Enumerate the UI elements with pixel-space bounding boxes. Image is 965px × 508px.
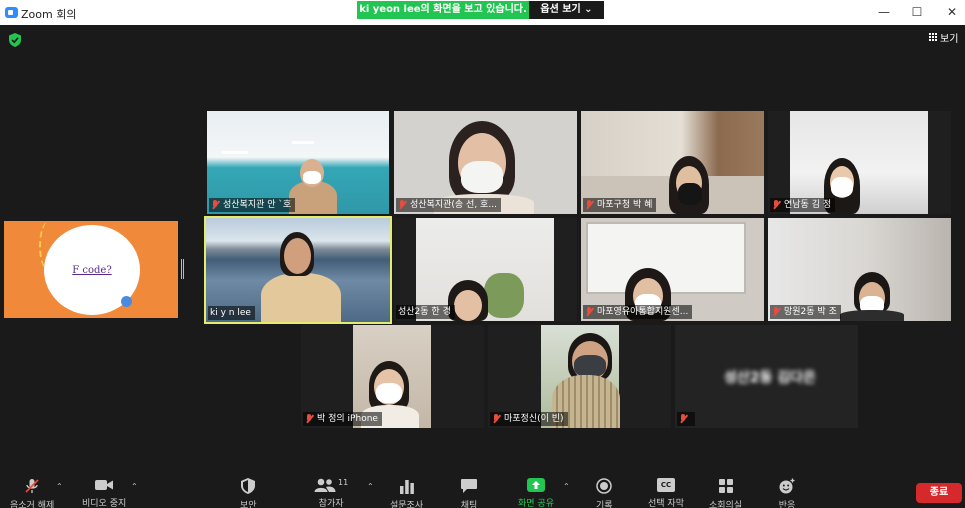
person-body [261, 273, 341, 322]
video-tile[interactable]: 마포정신(이 빈) [488, 325, 671, 428]
video-tile[interactable]: 성산복지관 안 `호 [207, 111, 389, 214]
participants-button[interactable]: 11 참가자 [314, 478, 348, 508]
smiley-reaction-icon [779, 478, 795, 494]
chat-bubble-icon [461, 479, 477, 493]
participant-nameplate: 망원2동 박 조 [770, 305, 841, 319]
security-button[interactable]: 보안 [240, 478, 257, 508]
encryption-shield-icon[interactable] [9, 33, 21, 47]
muted-mic-icon [305, 414, 314, 424]
face-mask [303, 171, 321, 184]
participant-nameplate: 성산복지관 안 `호 [209, 198, 296, 212]
view-button[interactable]: 보기 [928, 30, 964, 45]
view-label: 보기 [940, 33, 959, 45]
muted-mic-icon [772, 200, 781, 210]
decorative-dot [121, 296, 132, 307]
video-tile[interactable]: 마포영유아통합지원센... [581, 218, 764, 321]
view-options-button[interactable]: 옵션 보기 ⌄ [529, 1, 604, 19]
participant-nameplate: 연남동 김 정 [770, 198, 836, 212]
face-mask [831, 177, 853, 197]
ceiling-light [222, 151, 248, 154]
video-tile-active-speaker[interactable]: ki y n lee [204, 216, 392, 324]
record-button[interactable]: 기록 [596, 478, 613, 508]
participant-nameplate: 성산복지관(송 선, 호... [396, 198, 501, 212]
maximize-button[interactable]: ☐ [908, 4, 926, 20]
minimize-button[interactable]: — [875, 4, 893, 20]
end-meeting-button[interactable]: 종료 [916, 483, 962, 503]
title-bar: Zoom 회의 ki yeon lee의 화면을 보고 있습니다. 옵션 보기 … [0, 0, 965, 25]
chat-button[interactable]: 채팅 [460, 478, 478, 508]
face-mask [461, 161, 503, 193]
person-body [840, 310, 904, 321]
window-title: Zoom 회의 [21, 8, 77, 21]
closed-captions-button[interactable]: CC 선택 자막 [648, 478, 684, 508]
reactions-button[interactable]: 반응 [778, 478, 796, 508]
video-tile[interactable]: 마포구청 박 혜 [581, 111, 764, 214]
participants-count-badge: 11 [338, 478, 349, 487]
participant-nameplate [677, 412, 695, 426]
participant-nameplate: 마포영유아통합지원센... [583, 305, 693, 319]
face-mask [678, 183, 702, 205]
video-tile[interactable]: 성산2동 한 경 [394, 218, 577, 321]
meeting-toolbar: 음소거 해제 ⌃ 비디오 중지 ⌃ 보안 11 참가자 ⌃ 설문조사 채팅 화면… [0, 473, 965, 508]
muted-mic-icon [679, 414, 688, 424]
record-icon [596, 478, 613, 494]
video-camera-icon [95, 480, 114, 490]
participant-nameplate: 박 정의 iPhone [303, 412, 382, 426]
shared-screen-text: F code? [72, 265, 112, 276]
video-options-caret[interactable]: ⌃ [131, 482, 138, 491]
breakout-rooms-icon [718, 479, 733, 493]
video-tile[interactable]: 박 정의 iPhone [301, 325, 484, 428]
muted-mic-icon [398, 200, 407, 210]
person-head [284, 238, 311, 274]
screen-share-banner: ki yeon lee의 화면을 보고 있습니다. [357, 1, 529, 19]
zoom-window: Zoom 회의 ki yeon lee의 화면을 보고 있습니다. 옵션 보기 … [0, 0, 965, 508]
muted-microphone-icon [25, 479, 39, 493]
bar-chart-icon [399, 480, 414, 494]
video-tile[interactable]: 연남동 김 정 [768, 111, 951, 214]
share-screen-button[interactable]: 화면 공유 [518, 478, 554, 508]
participant-nameplate: 마포구청 박 혜 [583, 198, 657, 212]
zoom-logo-icon [5, 7, 18, 18]
closed-captions-icon: CC [656, 478, 675, 492]
audio-options-caret[interactable]: ⌃ [56, 482, 63, 491]
security-shield-icon [241, 478, 256, 494]
share-options-caret[interactable]: ⌃ [563, 482, 570, 491]
muted-mic-icon [492, 414, 501, 424]
face-mask [574, 355, 606, 377]
video-off-tile[interactable]: 성산2동 김다은 [675, 325, 858, 428]
muted-mic-icon [585, 307, 594, 317]
muted-mic-icon [585, 200, 594, 210]
plant [484, 273, 524, 318]
shared-screen-thumbnail[interactable]: F code? [4, 221, 178, 318]
stop-video-button[interactable]: 비디오 중지 [82, 478, 126, 508]
muted-mic-icon [772, 307, 781, 317]
video-tile[interactable]: 망원2동 박 조 [768, 218, 951, 321]
participants-icon [314, 478, 336, 492]
close-button[interactable]: ✕ [943, 4, 961, 20]
unmute-button[interactable]: 음소거 해제 [10, 478, 54, 508]
video-tile[interactable]: 성산복지관(송 선, 호... [394, 111, 577, 214]
participants-options-caret[interactable]: ⌃ [367, 482, 374, 491]
face-mask [376, 383, 402, 403]
participant-nameplate: ki y n lee [208, 306, 255, 320]
participant-nameplate: 마포정신(이 빈) [490, 412, 568, 426]
video-off-participant-name: 성산2동 김다은 [724, 370, 816, 386]
person-head [454, 290, 482, 321]
participant-nameplate: 성산2동 한 경 [396, 305, 455, 319]
grid-view-icon [928, 33, 937, 42]
muted-mic-icon [211, 200, 220, 210]
ceiling-light [292, 141, 314, 144]
breakout-rooms-button[interactable]: 소회의실 [709, 478, 742, 508]
resize-splitter-handle[interactable] [181, 259, 184, 279]
polls-button[interactable]: 설문조사 [390, 478, 423, 508]
share-screen-icon [526, 478, 545, 492]
